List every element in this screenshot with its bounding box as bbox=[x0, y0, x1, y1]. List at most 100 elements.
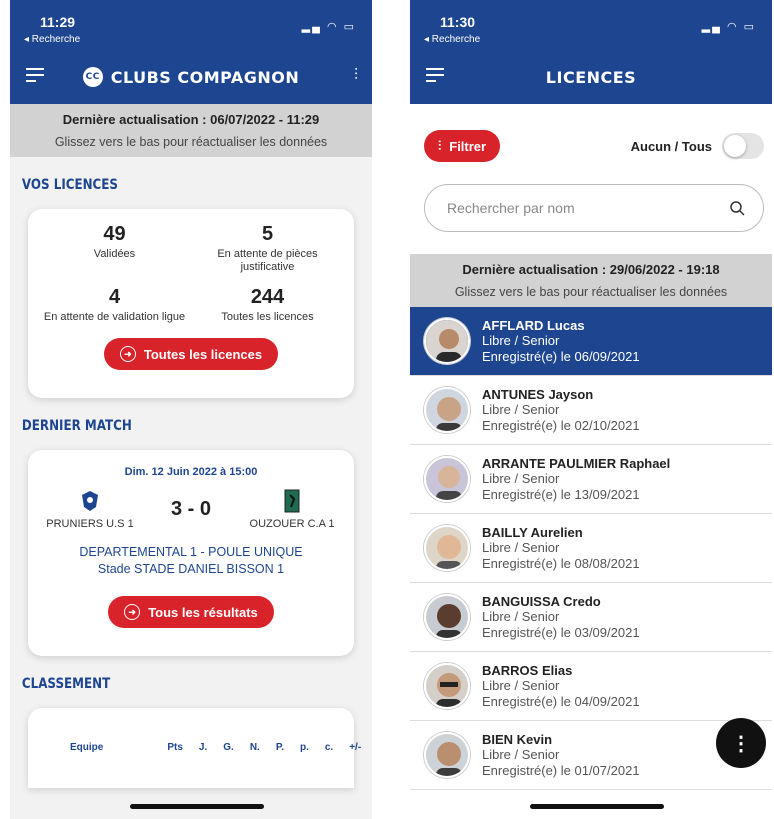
back-to-search-link[interactable]: ◂ Recherche bbox=[424, 34, 480, 45]
app-logo-icon: CC bbox=[82, 67, 103, 87]
arrow-right-circle-icon: ➜ bbox=[124, 604, 141, 620]
search-box bbox=[424, 184, 764, 232]
stat-label: Validées bbox=[93, 248, 136, 260]
signal-wifi-battery-icon: ▂▄ ◠ ▭ bbox=[301, 21, 356, 33]
col-header: p. bbox=[299, 742, 309, 753]
pull-to-refresh-hint: Glissez vers le bas pour réactualiser le… bbox=[54, 135, 328, 149]
player-registration-date: Enregistré(e) le 06/09/2021 bbox=[482, 348, 640, 364]
ranking-card: Equipe Pts J. G. N. P. p. c. +/- bbox=[28, 708, 361, 788]
last-match-card: Dim. 12 Juin 2022 à 15:00 PRUNIERS U.S 1… bbox=[28, 450, 354, 656]
player-name: BIEN Kevin bbox=[482, 731, 553, 747]
settings-sliders-icon[interactable]: ⫶ bbox=[354, 67, 358, 85]
player-licence-type: Libre / Senior bbox=[482, 471, 560, 487]
hamburger-menu-icon[interactable] bbox=[426, 68, 444, 86]
player-avatar bbox=[424, 525, 470, 571]
stat-value: 49 bbox=[103, 223, 126, 245]
all-licences-button-label: Toutes les licences bbox=[143, 346, 263, 362]
col-header: P. bbox=[275, 742, 284, 753]
stat-value: 4 bbox=[108, 286, 121, 308]
player-licence-type: Libre / Senior bbox=[482, 747, 560, 763]
more-vertical-icon: ⋮ bbox=[731, 732, 751, 755]
top-navbar: CC CLUBS COMPAGNON ⫶ bbox=[10, 50, 372, 104]
col-header: J. bbox=[198, 742, 208, 753]
status-bar: 11:30 ◂ Recherche ▂▄ ◠ ▭ bbox=[410, 0, 772, 50]
col-header: Equipe bbox=[70, 742, 104, 753]
player-avatar bbox=[424, 318, 470, 364]
away-team-name: OUZOUER C.A 1 bbox=[249, 518, 335, 530]
ranking-section-title: CLASSEMENT bbox=[21, 676, 111, 692]
stat-label: En attente de pièces justificative bbox=[217, 248, 318, 273]
player-name: BANGUISSA Credo bbox=[482, 593, 601, 609]
list-item[interactable]: AFFLARD Lucas Libre / Senior Enregistré(… bbox=[410, 307, 772, 376]
player-licence-type: Libre / Senior bbox=[482, 609, 560, 625]
player-licence-type: Libre / Senior bbox=[482, 540, 560, 556]
status-time: 11:30 bbox=[440, 14, 476, 30]
more-options-button[interactable]: ⋮ bbox=[716, 718, 766, 768]
player-registration-date: Enregistré(e) le 04/09/2021 bbox=[482, 693, 640, 709]
status-bar: 11:29 ◂ Recherche ▂▄ ◠ ▭ bbox=[10, 0, 372, 50]
filter-button[interactable]: ⫶ Filtrer bbox=[424, 130, 501, 162]
player-registration-date: Enregistré(e) le 02/10/2021 bbox=[482, 417, 640, 433]
filter-sliders-icon: ⫶ bbox=[438, 138, 442, 153]
refresh-banner: Dernière actualisation : 06/07/2022 - 11… bbox=[10, 104, 372, 157]
player-name: ARRANTE PAULMIER Raphael bbox=[482, 455, 671, 471]
col-header: G. bbox=[223, 742, 234, 753]
signal-wifi-battery-icon: ▂▄ ◠ ▭ bbox=[701, 21, 756, 33]
all-results-button[interactable]: ➜ Tous les résultats bbox=[108, 596, 274, 628]
refresh-banner: Dernière actualisation : 29/06/2022 - 19… bbox=[410, 254, 772, 307]
stat-all-licences: 244 Toutes les licences bbox=[191, 286, 344, 324]
licences-section-title: VOS LICENCES bbox=[21, 177, 119, 193]
match-score: 3 - 0 bbox=[170, 497, 212, 520]
player-name: BARROS Elias bbox=[482, 662, 573, 678]
top-navbar: LICENCES bbox=[410, 50, 772, 104]
player-registration-date: Enregistré(e) le 13/09/2021 bbox=[482, 486, 640, 502]
list-item[interactable]: BANGUISSA Credo Libre / Senior Enregistr… bbox=[410, 583, 772, 652]
player-registration-date: Enregistré(e) le 08/08/2021 bbox=[482, 555, 640, 571]
home-team-name: PRUNIERS U.S 1 bbox=[46, 518, 134, 530]
stat-label: En attente de validation ligue bbox=[43, 311, 186, 323]
all-licences-button[interactable]: ➜ Toutes les licences bbox=[103, 338, 279, 370]
list-item[interactable]: ANTUNES Jayson Libre / Senior Enregistré… bbox=[410, 376, 772, 445]
licences-screen: 11:30 ◂ Recherche ▂▄ ◠ ▭ LICENCES ⫶ Filt… bbox=[410, 0, 772, 819]
stat-value: 244 bbox=[250, 286, 285, 308]
screen-title: LICENCES bbox=[545, 67, 637, 87]
licences-card: 49 Validées 5 En attente de pièces justi… bbox=[28, 209, 354, 398]
match-date: Dim. 12 Juin 2022 à 15:00 bbox=[124, 466, 258, 478]
player-licence-type: Libre / Senior bbox=[482, 402, 560, 418]
stadium-name: Stade STADE DANIEL BISSON 1 bbox=[97, 562, 285, 576]
competition-name: DEPARTEMENTAL 1 - POULE UNIQUE bbox=[79, 545, 303, 559]
hamburger-menu-icon[interactable] bbox=[26, 68, 44, 86]
app-title: CC CLUBS COMPAGNON bbox=[82, 67, 300, 87]
all-results-button-label: Tous les résultats bbox=[148, 604, 258, 620]
player-name: BAILLY Aurelien bbox=[482, 524, 583, 540]
select-all-label: Aucun / Tous bbox=[630, 138, 712, 154]
list-item[interactable]: ARRANTE PAULMIER Raphael Libre / Senior … bbox=[410, 445, 772, 514]
select-all-toggle[interactable] bbox=[722, 133, 764, 159]
search-icon[interactable] bbox=[729, 200, 745, 216]
player-avatar bbox=[424, 387, 470, 433]
app-title-text: CLUBS COMPAGNON bbox=[110, 67, 300, 87]
player-licence-type: Libre / Senior bbox=[482, 678, 560, 694]
home-indicator[interactable] bbox=[530, 804, 664, 809]
search-input[interactable] bbox=[447, 200, 697, 216]
arrow-right-circle-icon: ➜ bbox=[119, 346, 136, 362]
stat-pending-league: 4 En attente de validation ligue bbox=[38, 286, 191, 324]
pull-to-refresh-hint: Glissez vers le bas pour réactualiser le… bbox=[454, 285, 728, 299]
last-update-text: Dernière actualisation : 06/07/2022 - 11… bbox=[62, 112, 320, 127]
player-name: ANTUNES Jayson bbox=[482, 386, 594, 402]
player-avatar bbox=[424, 732, 470, 778]
stat-value: 5 bbox=[261, 223, 274, 245]
away-team: OUZOUER C.A 1 bbox=[242, 488, 342, 530]
stat-label: Toutes les licences bbox=[221, 311, 314, 323]
away-team-crest-icon bbox=[281, 488, 303, 514]
player-avatar bbox=[424, 594, 470, 640]
back-to-search-link[interactable]: ◂ Recherche bbox=[24, 34, 80, 45]
home-indicator[interactable] bbox=[130, 804, 264, 809]
col-header: c. bbox=[324, 742, 334, 753]
player-registration-date: Enregistré(e) le 03/09/2021 bbox=[482, 624, 640, 640]
list-item[interactable]: BARROS Elias Libre / Senior Enregistré(e… bbox=[410, 652, 772, 721]
list-item[interactable]: BAILLY Aurelien Libre / Senior Enregistr… bbox=[410, 514, 772, 583]
status-time: 11:29 bbox=[40, 14, 76, 30]
home-team: PRUNIERS U.S 1 bbox=[40, 488, 140, 530]
last-update-text: Dernière actualisation : 29/06/2022 - 19… bbox=[462, 262, 720, 277]
